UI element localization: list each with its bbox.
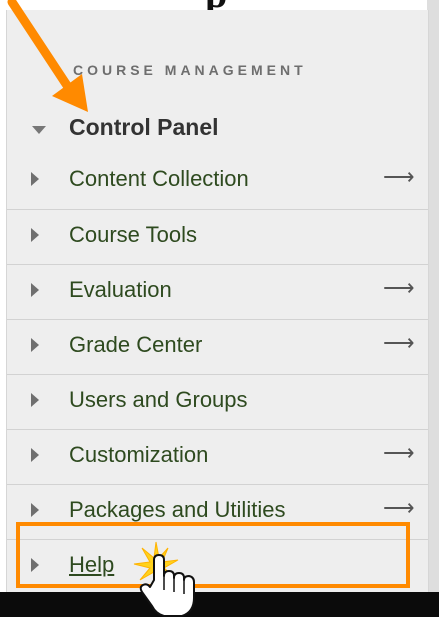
expand-triangle-icon xyxy=(31,448,39,462)
expand-triangle-icon xyxy=(31,393,39,407)
menu-item-label: Customization xyxy=(69,442,209,467)
menu-item-label: Content Collection xyxy=(69,166,249,191)
orange-pointer-arrow-icon xyxy=(7,0,88,112)
menu-item-grade-center[interactable]: Grade Center ⟶ xyxy=(7,319,428,374)
right-arrow-icon[interactable]: ⟶ xyxy=(383,275,415,301)
right-arrow-icon[interactable]: ⟶ xyxy=(383,440,415,466)
menu-item-users-and-groups[interactable]: Users and Groups xyxy=(7,374,428,429)
menu-item-label: Packages and Utilities xyxy=(69,497,286,522)
right-arrow-icon[interactable]: ⟶ xyxy=(383,164,415,190)
right-arrow-icon[interactable]: ⟶ xyxy=(383,495,415,521)
bottom-dark-bar xyxy=(0,592,439,617)
hand-cursor-icon xyxy=(133,541,195,617)
expand-triangle-icon xyxy=(31,172,39,186)
menu-item-label: Grade Center xyxy=(69,332,203,357)
menu-item-customization[interactable]: Customization ⟶ xyxy=(7,429,428,484)
expand-triangle-icon xyxy=(31,503,39,517)
menu-item-content-collection[interactable]: Content Collection ⟶ xyxy=(7,154,428,209)
menu-item-course-tools[interactable]: Course Tools xyxy=(7,209,428,264)
expand-triangle-icon xyxy=(31,283,39,297)
expand-triangle-icon xyxy=(31,338,39,352)
help-highlight-box xyxy=(16,522,410,588)
expand-triangle-icon xyxy=(31,228,39,242)
menu-item-label: Evaluation xyxy=(69,277,172,302)
menu-item-evaluation[interactable]: Evaluation ⟶ xyxy=(7,264,428,319)
collapse-triangle-icon xyxy=(32,126,46,134)
menu-item-label: Users and Groups xyxy=(69,387,248,412)
menu-item-label: Course Tools xyxy=(69,222,197,247)
right-arrow-icon[interactable]: ⟶ xyxy=(383,330,415,356)
